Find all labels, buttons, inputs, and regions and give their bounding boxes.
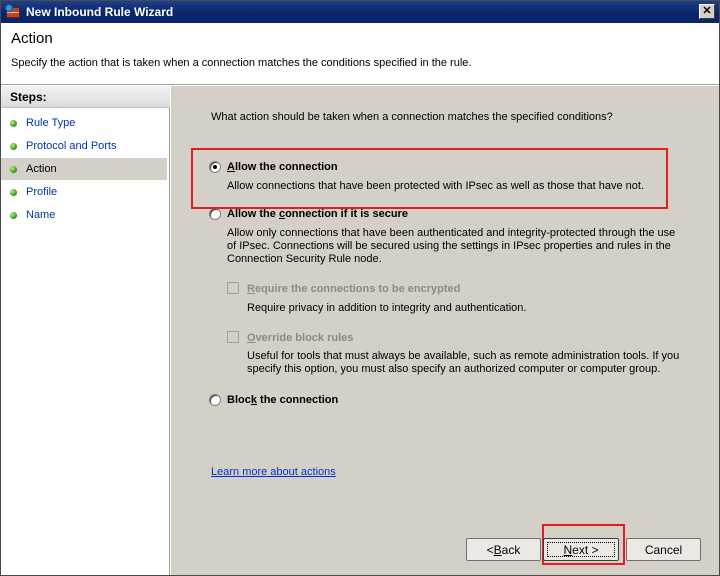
override-block-rules-label[interactable]: Override block rules: [247, 332, 353, 344]
step-label: Name: [26, 209, 56, 221]
next-button[interactable]: Next >: [543, 538, 619, 561]
steps-pane: Steps: Rule Type Protocol and Ports Acti…: [1, 86, 170, 575]
close-icon: ✕: [702, 5, 712, 17]
override-block-rules-checkbox[interactable]: [227, 331, 239, 343]
step-label: Action: [26, 163, 57, 175]
step-profile[interactable]: Profile: [1, 181, 167, 203]
override-block-rules-description: Useful for tools that must always be ava…: [247, 350, 680, 375]
step-protocol-and-ports[interactable]: Protocol and Ports: [1, 135, 167, 157]
green-dot-icon: [10, 211, 17, 219]
title-bar[interactable]: New Inbound Rule Wizard ✕: [1, 1, 719, 23]
step-rule-type[interactable]: Rule Type: [1, 112, 167, 134]
page-description: Specify the action that is taken when a …: [11, 57, 472, 69]
allow-if-secure-label[interactable]: Allow the connection if it is secure: [227, 208, 408, 220]
step-label: Rule Type: [26, 117, 76, 129]
block-connection-radio[interactable]: [209, 394, 221, 406]
allow-if-secure-radio[interactable]: [209, 208, 221, 220]
learn-more-link[interactable]: Learn more about actions: [211, 466, 336, 478]
step-label: Profile: [26, 186, 58, 198]
green-dot-icon: [10, 188, 17, 196]
steps-heading: Steps:: [1, 86, 170, 108]
green-dot-icon: [10, 119, 17, 127]
back-button[interactable]: < Back: [466, 538, 541, 561]
require-encryption-checkbox[interactable]: [227, 282, 239, 294]
wizard-window: New Inbound Rule Wizard ✕ Action Specify…: [0, 0, 720, 576]
step-action[interactable]: Action: [1, 158, 167, 180]
action-question: What action should be taken when a conne…: [211, 111, 613, 123]
content-pane: What action should be taken when a conne…: [171, 86, 719, 575]
cancel-button[interactable]: Cancel: [626, 538, 701, 561]
green-dot-icon: [10, 165, 17, 173]
green-dot-icon: [10, 142, 17, 150]
require-encryption-description: Require privacy in addition to integrity…: [247, 302, 527, 314]
highlight-allow-connection: [191, 148, 668, 209]
block-connection-label[interactable]: Block the connection: [227, 394, 338, 406]
require-encryption-label[interactable]: Require the connections to be encrypted: [247, 283, 460, 295]
window-title: New Inbound Rule Wizard: [26, 5, 174, 19]
page-title: Action: [11, 30, 53, 47]
wizard-header: Action Specify the action that is taken …: [1, 23, 719, 85]
allow-if-secure-description: Allow only connections that have been au…: [227, 227, 676, 265]
step-label: Protocol and Ports: [26, 140, 117, 152]
close-button[interactable]: ✕: [699, 4, 715, 19]
firewall-icon: [5, 4, 21, 20]
step-name[interactable]: Name: [1, 204, 167, 226]
